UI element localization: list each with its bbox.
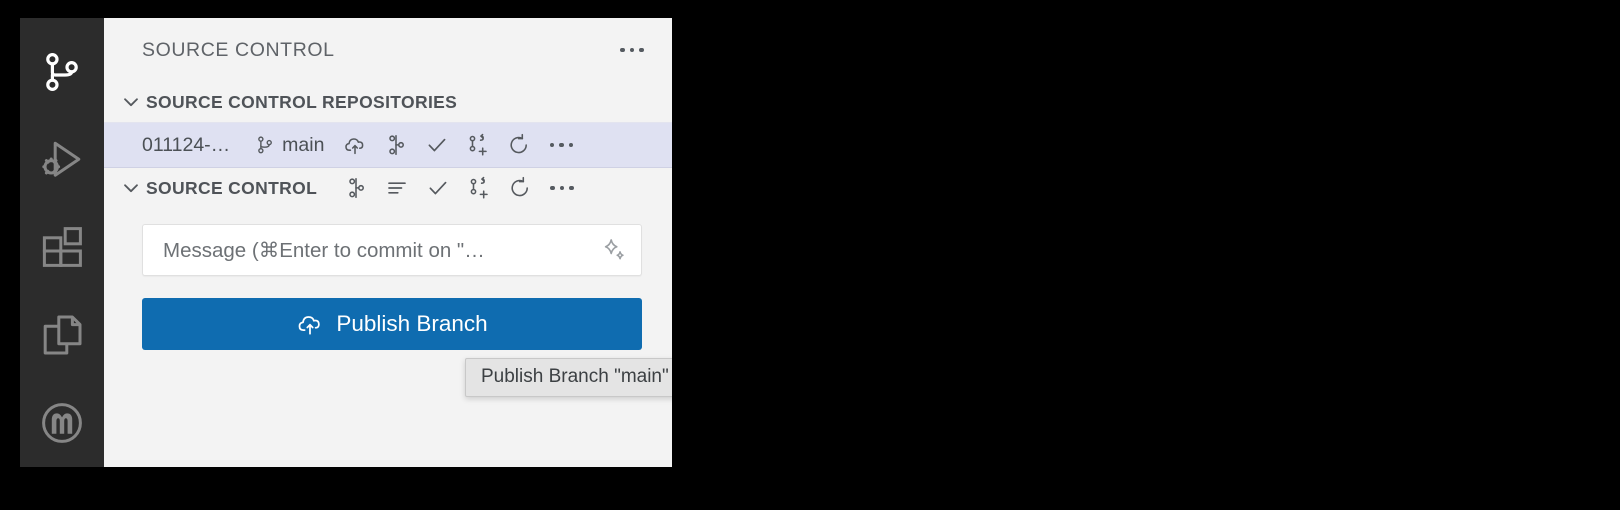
repository-actions — [338, 130, 579, 160]
chevron-down-icon[interactable] — [118, 89, 144, 115]
activity-bar-item-source-control[interactable] — [20, 28, 104, 116]
tooltip-text: Publish Branch "main" — [481, 366, 669, 387]
section-header-repositories[interactable]: SOURCE CONTROL REPOSITORIES — [104, 82, 672, 122]
publish-branch-label: Publish Branch — [336, 311, 488, 336]
source-control-icon — [38, 48, 86, 96]
repo-source-control-button[interactable] — [379, 130, 413, 160]
toolbar-view-as-list-button[interactable] — [380, 173, 414, 203]
toolbar-more-actions-button[interactable] — [544, 174, 580, 202]
check-icon — [425, 133, 449, 157]
ellipsis-icon — [569, 185, 574, 191]
ellipsis-icon — [620, 47, 625, 53]
extensions-icon — [38, 223, 86, 271]
vscode-window: SOURCE CONTROL SOURCE CONTROL REPOSITORI… — [20, 18, 672, 467]
git-merge-icon — [384, 133, 408, 157]
git-branch-icon — [254, 134, 276, 156]
source-control-toolbar — [339, 173, 580, 203]
copy-files-icon — [38, 311, 86, 359]
refresh-icon — [507, 133, 531, 157]
section-header-source-control[interactable]: SOURCE CONTROL — [104, 168, 672, 208]
commit-message-input[interactable]: Message (⌘Enter to commit on "… — [142, 224, 642, 276]
toolbar-commit-button[interactable] — [421, 173, 455, 203]
activity-bar — [20, 18, 104, 467]
mulesoft-logo-icon — [38, 399, 86, 447]
sidebar-title-bar: SOURCE CONTROL — [104, 18, 672, 82]
chevron-down-icon[interactable] — [118, 175, 144, 201]
repo-more-actions-button[interactable] — [543, 131, 579, 159]
sparkle-icon — [600, 236, 628, 264]
repository-branch-label: main — [282, 133, 325, 156]
tooltip: Publish Branch "main" — [465, 358, 672, 397]
cloud-upload-icon — [296, 310, 324, 338]
publish-branch-button[interactable]: Publish Branch — [142, 298, 642, 350]
git-commit-plus-icon — [467, 176, 491, 200]
list-icon — [385, 176, 409, 200]
ellipsis-icon — [629, 47, 635, 53]
repo-publish-branch-button[interactable] — [338, 130, 372, 160]
sidebar-more-actions-button[interactable] — [614, 36, 650, 64]
section-title-repositories: SOURCE CONTROL REPOSITORIES — [146, 91, 458, 112]
ellipsis-icon — [559, 185, 565, 191]
cloud-upload-icon — [343, 133, 367, 157]
run-and-debug-icon — [38, 136, 86, 184]
ellipsis-icon — [549, 142, 555, 148]
check-icon — [426, 176, 450, 200]
page-title: SOURCE CONTROL — [142, 38, 335, 61]
activity-bar-item-copy-files[interactable] — [20, 291, 104, 379]
refresh-icon — [508, 176, 532, 200]
section-title-source-control: SOURCE CONTROL — [146, 177, 318, 198]
activity-bar-item-run-and-debug[interactable] — [20, 116, 104, 204]
ellipsis-icon — [559, 142, 564, 148]
repository-branch[interactable]: main — [254, 134, 324, 157]
git-commit-plus-icon — [466, 133, 490, 157]
ellipsis-icon — [550, 185, 555, 191]
commit-message-placeholder: Message (⌘Enter to commit on "… — [163, 238, 485, 262]
activity-bar-item-mulesoft[interactable] — [20, 379, 104, 467]
repo-refresh-button[interactable] — [502, 130, 536, 160]
generate-commit-message-button[interactable] — [587, 226, 641, 274]
ellipsis-icon — [568, 142, 574, 148]
commit-area: Message (⌘Enter to commit on "… Publish … — [104, 208, 672, 350]
repo-commit-and-push-button[interactable] — [461, 130, 495, 160]
activity-bar-item-extensions[interactable] — [20, 204, 104, 292]
toolbar-commit-and-push-button[interactable] — [462, 173, 496, 203]
toolbar-refresh-button[interactable] — [503, 173, 537, 203]
source-control-sidebar: SOURCE CONTROL SOURCE CONTROL REPOSITORI… — [104, 18, 672, 467]
repository-name: 011124-… — [142, 133, 231, 156]
ellipsis-icon — [639, 47, 644, 53]
repo-commit-button[interactable] — [420, 130, 454, 160]
repository-row[interactable]: 011124-… main — [104, 122, 672, 168]
toolbar-source-control-button[interactable] — [339, 173, 373, 203]
git-merge-icon — [344, 176, 368, 200]
